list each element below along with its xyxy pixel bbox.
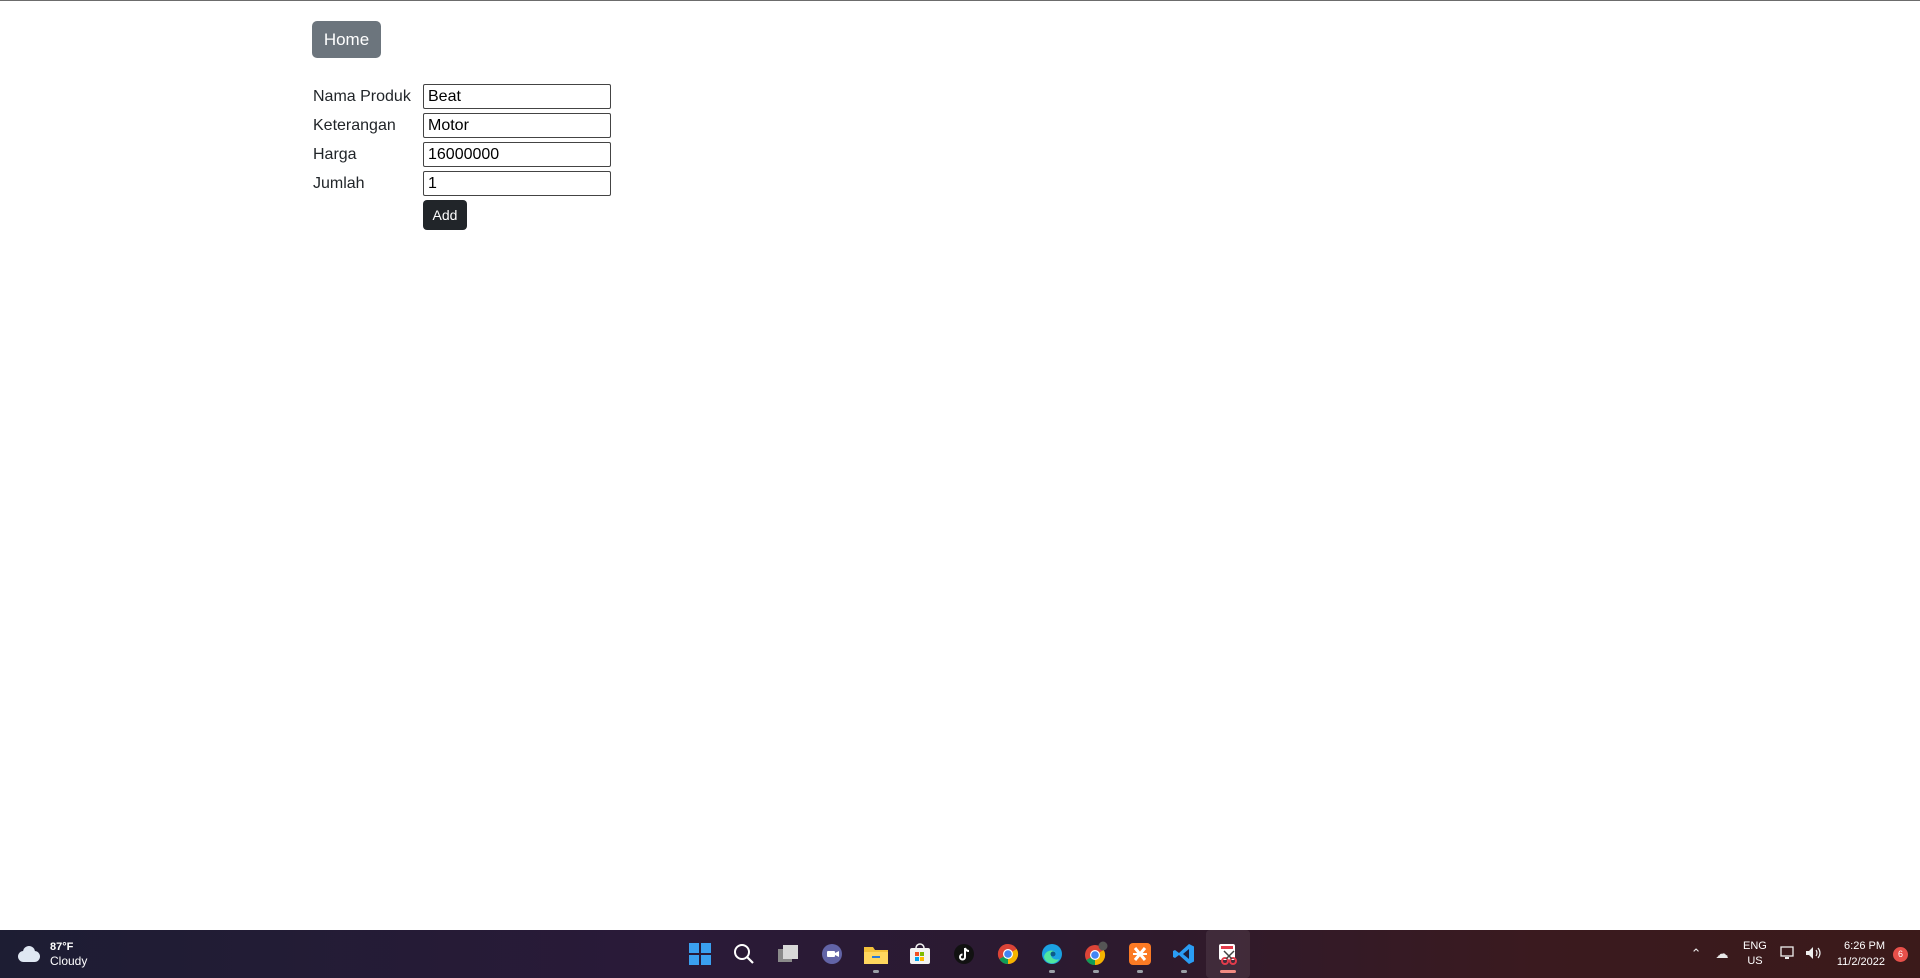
home-button[interactable]: Home <box>312 21 381 58</box>
clock[interactable]: 6:26 PM 11/2/2022 <box>1837 938 1885 970</box>
xampp-icon[interactable] <box>1118 930 1162 978</box>
running-indicator <box>1093 970 1099 973</box>
teams-chat-icon[interactable] <box>810 930 854 978</box>
taskbar: 87°F Cloudy ⌃ ☁ ENG US 6:26 PM 11/2/2022… <box>0 930 1920 978</box>
notification-badge[interactable]: 6 <box>1893 946 1908 962</box>
active-indicator <box>1220 970 1236 973</box>
clock-time: 6:26 PM <box>1844 940 1885 952</box>
volume-icon[interactable] <box>1803 946 1825 963</box>
keterangan-label: Keterangan <box>313 117 396 134</box>
harga-input[interactable] <box>423 142 611 167</box>
form-row-harga: Harga <box>313 142 613 169</box>
weather-condition: Cloudy <box>50 954 88 968</box>
clock-date: 11/2/2022 <box>1836 956 1885 968</box>
form-row-jumlah: Jumlah <box>313 171 613 198</box>
tiktok-icon[interactable] <box>942 930 986 978</box>
network-icon[interactable] <box>1777 945 1799 963</box>
jumlah-label: Jumlah <box>313 175 365 192</box>
weather-temperature: 87°F <box>50 941 74 953</box>
running-indicator <box>1137 970 1143 973</box>
keterangan-input[interactable] <box>423 113 611 138</box>
task-view-icon[interactable] <box>766 930 810 978</box>
add-button[interactable]: Add <box>423 200 467 230</box>
snipping-tool-icon[interactable] <box>1206 930 1250 978</box>
running-indicator <box>873 970 879 973</box>
jumlah-input[interactable] <box>423 171 611 196</box>
cloud-icon <box>16 946 40 962</box>
chrome-icon[interactable] <box>986 930 1030 978</box>
system-tray: ⌃ ☁ ENG US 6:26 PM 11/2/2022 6 <box>1683 930 1920 978</box>
form-row-keterangan: Keterangan <box>313 113 613 140</box>
onedrive-cloud-icon[interactable]: ☁ <box>1711 946 1733 962</box>
chrome-profile-icon[interactable] <box>1074 930 1118 978</box>
microsoft-store-icon[interactable] <box>898 930 942 978</box>
vscode-icon[interactable] <box>1162 930 1206 978</box>
running-indicator <box>1181 970 1187 973</box>
edge-icon[interactable] <box>1030 930 1074 978</box>
harga-label: Harga <box>313 146 357 163</box>
form-row-nama-produk: Nama Produk <box>313 84 613 111</box>
language-code: ENG <box>1743 940 1767 952</box>
nama-produk-label: Nama Produk <box>313 88 411 105</box>
running-indicator <box>1049 970 1055 973</box>
file-explorer-icon[interactable] <box>854 930 898 978</box>
search-icon[interactable] <box>722 930 766 978</box>
windows-start-icon[interactable] <box>678 930 722 978</box>
chevron-up-icon[interactable]: ⌃ <box>1685 946 1707 962</box>
window-top-border <box>0 0 1920 1</box>
weather-widget[interactable]: 87°F Cloudy <box>16 939 87 969</box>
language-indicator[interactable]: ENG US <box>1743 939 1767 969</box>
nama-produk-input[interactable] <box>423 84 611 109</box>
region-code: US <box>1747 955 1763 967</box>
taskbar-apps <box>678 930 1250 978</box>
